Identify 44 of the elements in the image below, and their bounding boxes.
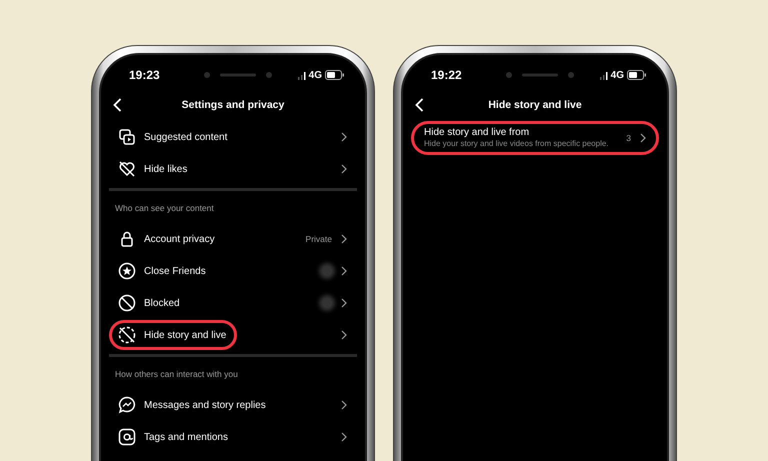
status-time: 19:23 bbox=[129, 68, 160, 82]
chevron-icon bbox=[341, 432, 347, 442]
chevron-icon bbox=[341, 330, 347, 340]
row-label[interactable]: Suggested content bbox=[144, 132, 228, 142]
heart-off-icon bbox=[118, 160, 136, 178]
chat-bubble-icon bbox=[118, 396, 136, 414]
at-sign-icon bbox=[118, 428, 136, 446]
row-label: Hide story and live from bbox=[424, 127, 530, 138]
camera-notch-icon bbox=[202, 71, 273, 79]
settings-row[interactable]: Hide story and live from Hide your story and live videos from specific people. 3 bbox=[411, 121, 659, 155]
signal-icon bbox=[298, 70, 306, 80]
camera-notch-icon bbox=[504, 71, 575, 79]
chevron-icon bbox=[341, 298, 347, 308]
chevron-icon bbox=[640, 133, 646, 143]
chevron-icon bbox=[341, 234, 347, 244]
row-value: 3 bbox=[626, 133, 631, 143]
back-icon[interactable] bbox=[113, 98, 122, 112]
screen-title: Settings and privacy bbox=[182, 99, 284, 111]
row-label[interactable]: Hide likes bbox=[144, 164, 188, 174]
row-value: Private bbox=[306, 234, 332, 244]
section-heading: Who can see your content bbox=[114, 202, 215, 215]
chevron-icon bbox=[341, 400, 347, 410]
chevron-icon bbox=[341, 164, 347, 174]
chevron-icon bbox=[341, 132, 347, 142]
row-label[interactable]: Close Friends bbox=[144, 266, 206, 276]
row-label[interactable]: Hide story and live bbox=[144, 330, 226, 340]
battery-icon bbox=[324, 70, 345, 80]
back-icon[interactable] bbox=[415, 98, 424, 112]
battery-icon bbox=[626, 70, 647, 80]
status-time: 19:22 bbox=[431, 68, 462, 82]
row-label[interactable]: Tags and mentions bbox=[144, 432, 228, 442]
screen-title: Hide story and live bbox=[488, 99, 582, 111]
row-label[interactable]: Account privacy bbox=[144, 234, 215, 244]
dashed-circle-off-icon bbox=[118, 326, 136, 344]
row-label[interactable]: Messages and story replies bbox=[144, 400, 266, 410]
media-icon bbox=[118, 128, 136, 146]
row-label[interactable]: Blocked bbox=[144, 298, 180, 308]
chevron-icon bbox=[341, 266, 347, 276]
network-label: 4G bbox=[308, 70, 322, 80]
signal-icon bbox=[600, 70, 608, 80]
blocked-icon bbox=[118, 294, 136, 312]
section-heading: How others can interact with you bbox=[114, 368, 239, 381]
row-description: Hide your story and live videos from specific people. bbox=[424, 139, 610, 149]
network-label: 4G bbox=[610, 70, 624, 80]
